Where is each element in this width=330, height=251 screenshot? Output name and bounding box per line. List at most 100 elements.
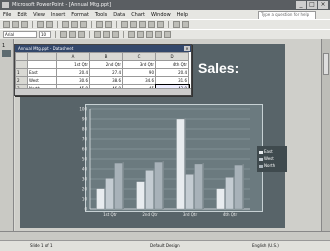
cell[interactable]: 34.6 bbox=[122, 76, 156, 85]
legend-swatch bbox=[259, 164, 263, 168]
toolbar-separator bbox=[32, 21, 33, 28]
slide-thumbnail[interactable] bbox=[2, 50, 11, 57]
corner-cell[interactable] bbox=[15, 52, 28, 61]
by-column-icon[interactable] bbox=[157, 21, 164, 28]
increase-decimal-icon[interactable] bbox=[155, 31, 162, 38]
align-left-icon[interactable] bbox=[94, 31, 101, 38]
gridlines-icon[interactable] bbox=[173, 21, 180, 28]
by-row-icon[interactable] bbox=[148, 21, 155, 28]
cell[interactable]: 30.6 bbox=[56, 76, 90, 85]
new-icon[interactable] bbox=[3, 21, 10, 28]
window-title: Microsoft PowerPoint - [Annual Mtg.ppt] bbox=[12, 2, 112, 8]
slide-number: 1 bbox=[2, 43, 6, 49]
italic-icon[interactable] bbox=[69, 31, 76, 38]
cell-series-label[interactable]: West bbox=[27, 76, 57, 85]
close-button[interactable]: × bbox=[318, 1, 328, 9]
cell-quarter-label[interactable]: 2nd Qtr bbox=[89, 60, 123, 69]
column-header-d[interactable]: D bbox=[155, 52, 189, 61]
redo-icon[interactable] bbox=[105, 21, 112, 28]
bold-icon[interactable] bbox=[60, 31, 67, 38]
maximize-button[interactable]: □ bbox=[307, 1, 317, 9]
cell[interactable]: 90 bbox=[122, 68, 156, 77]
vertical-scroll-thumb[interactable] bbox=[323, 53, 329, 75]
bar-west-3 bbox=[185, 174, 194, 210]
menu-item-view[interactable]: View bbox=[33, 12, 45, 18]
cell-quarter-label[interactable]: 1st Qtr bbox=[56, 60, 90, 69]
menu-item-format[interactable]: Format bbox=[71, 12, 89, 18]
menu-item-tools[interactable]: Tools bbox=[95, 12, 107, 18]
paste-icon[interactable] bbox=[80, 21, 87, 28]
datasheet-window[interactable]: Annual Mtg.ppt - Datasheet × A B C D 1st… bbox=[14, 44, 192, 96]
percent-icon[interactable] bbox=[137, 31, 144, 38]
zoom-icon[interactable] bbox=[182, 21, 189, 28]
save-icon[interactable] bbox=[21, 21, 28, 28]
legend-icon[interactable] bbox=[130, 21, 137, 28]
legend-item-east[interactable]: East bbox=[259, 149, 273, 154]
cell[interactable]: 20.4 bbox=[56, 68, 90, 77]
label-column-header[interactable] bbox=[27, 52, 57, 61]
cell[interactable]: 31.6 bbox=[155, 76, 189, 85]
bar-north-1 bbox=[114, 162, 123, 210]
preview-icon[interactable] bbox=[46, 21, 53, 28]
datasheet-scrollbar[interactable] bbox=[15, 88, 191, 95]
y-tick-label: 80 bbox=[82, 127, 88, 132]
x-tick-label: 4th Qtr bbox=[223, 212, 238, 217]
menu-item-file[interactable]: File bbox=[3, 12, 11, 18]
cell[interactable]: 27.4 bbox=[89, 68, 123, 77]
column-header-a[interactable]: A bbox=[56, 52, 90, 61]
copy-icon[interactable] bbox=[71, 21, 78, 28]
chart-legend[interactable]: East West North bbox=[257, 146, 287, 172]
datasheet-title: Annual Mtg.ppt - Datasheet × bbox=[15, 45, 191, 52]
legend-swatch bbox=[259, 157, 263, 161]
bar-east-2 bbox=[136, 181, 145, 210]
menu-item-help[interactable]: Help bbox=[177, 12, 188, 18]
column-header-b[interactable]: B bbox=[89, 52, 123, 61]
minimize-button[interactable]: _ bbox=[296, 1, 306, 9]
cut-icon[interactable] bbox=[62, 21, 69, 28]
print-icon[interactable] bbox=[37, 21, 44, 28]
datasheet-close-button[interactable]: × bbox=[184, 46, 190, 51]
menu-item-edit[interactable]: Edit bbox=[17, 12, 27, 18]
row-header[interactable]: 1 bbox=[15, 68, 28, 77]
bar-side bbox=[202, 163, 204, 209]
status-design: Default Design bbox=[150, 243, 180, 248]
cell[interactable]: 20.4 bbox=[155, 68, 189, 77]
menu-item-data[interactable]: Data bbox=[113, 12, 125, 18]
vertical-scrollbar[interactable] bbox=[321, 39, 330, 231]
menu-item-insert[interactable]: Insert bbox=[51, 12, 65, 18]
x-tick-label: 2nd Qtr bbox=[142, 212, 158, 217]
cell-series-label[interactable]: East bbox=[27, 68, 57, 77]
currency-icon[interactable] bbox=[128, 31, 135, 38]
bar-east-1 bbox=[96, 188, 105, 210]
open-icon[interactable] bbox=[12, 21, 19, 28]
align-center-icon[interactable] bbox=[103, 31, 110, 38]
cell-quarter-label[interactable]: 3rd Qtr bbox=[122, 60, 156, 69]
cell[interactable]: 38.6 bbox=[89, 76, 123, 85]
font-name-select[interactable]: Arial bbox=[3, 31, 37, 38]
cell-quarter-label[interactable]: 4th Qtr bbox=[155, 60, 189, 69]
decrease-decimal-icon[interactable] bbox=[164, 31, 171, 38]
row-header[interactable]: 2 bbox=[15, 76, 28, 85]
y-tick-label: 100 bbox=[79, 107, 87, 112]
menu-item-chart[interactable]: Chart bbox=[131, 12, 145, 18]
comma-icon[interactable] bbox=[146, 31, 153, 38]
legend-item-west[interactable]: West bbox=[259, 156, 274, 161]
horizontal-scrollbar[interactable] bbox=[0, 231, 330, 240]
toolbar-separator bbox=[89, 31, 90, 38]
cell[interactable] bbox=[27, 60, 57, 69]
underline-icon[interactable] bbox=[78, 31, 85, 38]
legend-label: West bbox=[264, 156, 274, 161]
window-controls: _ □ × bbox=[296, 1, 328, 9]
data-table-icon[interactable] bbox=[139, 21, 146, 28]
bar-east-3 bbox=[176, 118, 185, 210]
menu-item-window[interactable]: Window bbox=[151, 12, 171, 18]
legend-item-north[interactable]: North bbox=[259, 163, 275, 168]
column-header-c[interactable]: C bbox=[122, 52, 156, 61]
y-tick-label: 40 bbox=[82, 167, 88, 172]
align-right-icon[interactable] bbox=[112, 31, 119, 38]
undo-icon[interactable] bbox=[96, 21, 103, 28]
slides-pane: 1 bbox=[0, 39, 14, 231]
font-size-select[interactable]: 10 bbox=[39, 31, 51, 38]
row-header[interactable] bbox=[15, 60, 28, 69]
chart-type-icon[interactable] bbox=[121, 21, 128, 28]
